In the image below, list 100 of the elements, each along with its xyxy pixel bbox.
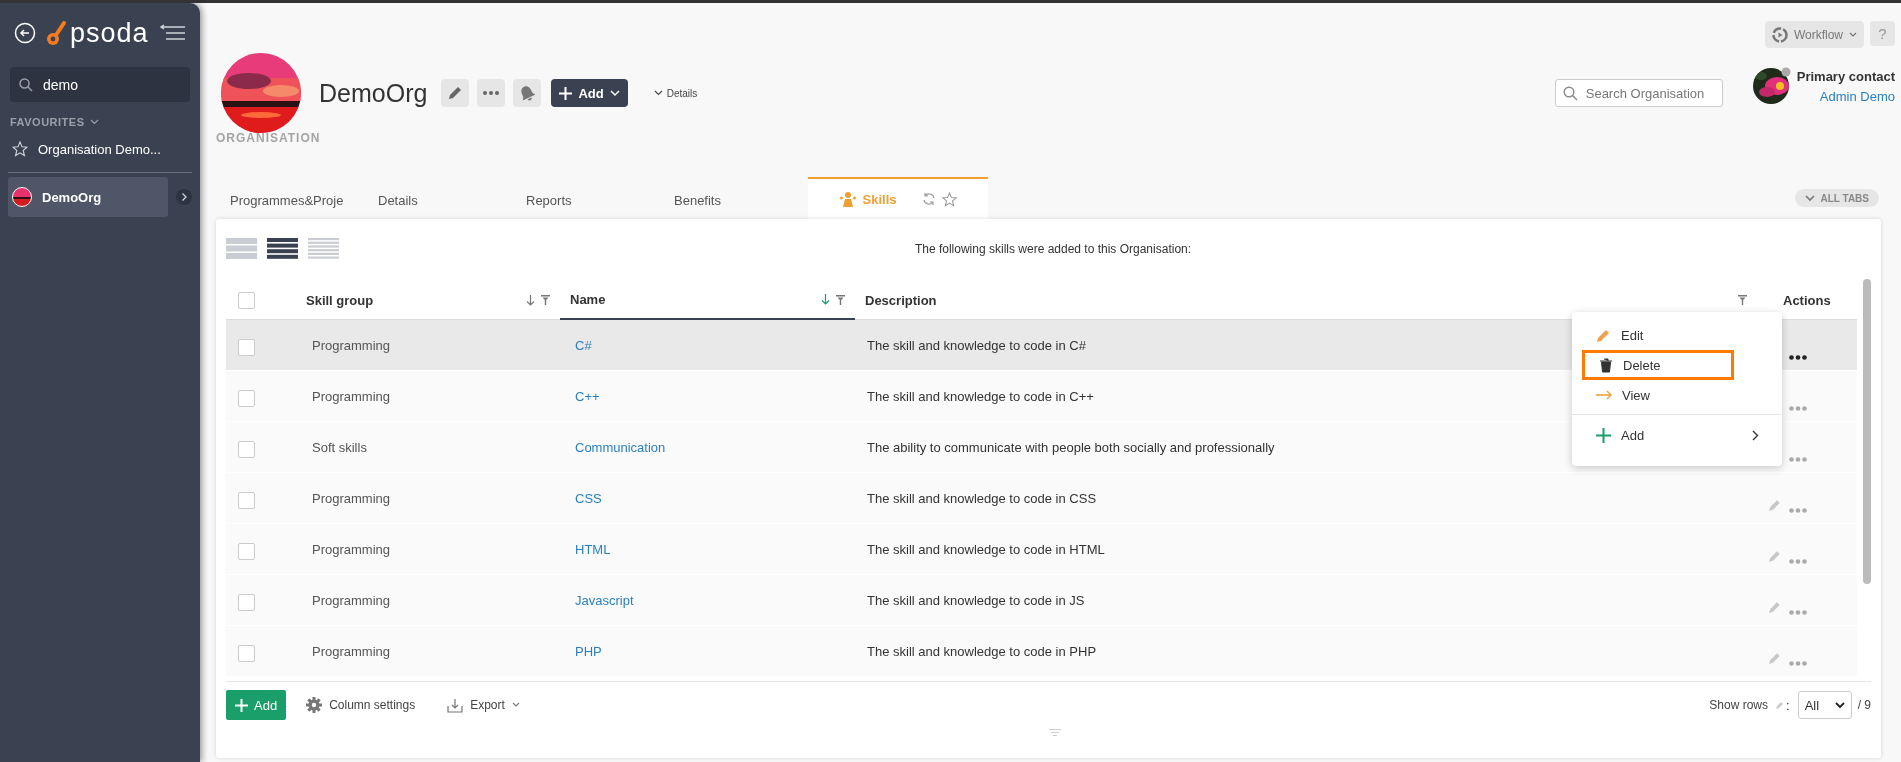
table-cell: Soft skills — [312, 440, 367, 455]
chevron-down-icon — [511, 702, 520, 708]
filter-icon[interactable] — [541, 295, 550, 305]
table-cell: Programming — [312, 491, 391, 506]
workflow-button[interactable]: Workflow — [1764, 21, 1864, 48]
star-icon — [12, 141, 28, 157]
section-heading[interactable]: FAVOURITES — [10, 116, 85, 128]
tab[interactable]: Reports — [512, 181, 660, 219]
select-all-checkbox[interactable] — [238, 291, 255, 309]
separator-text: : — [1786, 697, 1790, 713]
edit-button[interactable] — [441, 79, 470, 107]
row-checkbox[interactable] — [238, 339, 255, 356]
table-cell: The skill and knowledge to code in C# — [867, 338, 1086, 353]
density-icon[interactable] — [267, 238, 298, 260]
details-toggle[interactable]: Details — [647, 86, 704, 100]
arrow-right-icon — [1596, 390, 1612, 400]
scrollbar[interactable] — [1863, 279, 1871, 584]
pencil-icon[interactable] — [1769, 652, 1781, 664]
chevron-down-icon — [1805, 194, 1816, 202]
gear-icon — [306, 697, 323, 713]
chevron-right-icon — [1752, 429, 1759, 441]
column-settings-button[interactable]: Column settings — [300, 696, 422, 714]
skills-icon — [838, 190, 857, 208]
menu-item[interactable]: View — [1582, 380, 1772, 410]
filter-icon[interactable] — [1738, 295, 1747, 305]
sidebar-item[interactable]: DemoOrg — [8, 177, 168, 217]
collapse-menu-icon[interactable] — [160, 24, 186, 42]
column-header[interactable]: Name — [570, 292, 606, 307]
trash-icon — [1599, 357, 1613, 373]
pencil-icon[interactable] — [1769, 550, 1781, 562]
refresh-icon[interactable] — [922, 192, 937, 206]
search-field[interactable]: demo — [10, 67, 190, 102]
plus-icon — [1596, 427, 1611, 443]
logo-text: psoda — [70, 17, 149, 49]
skill-link[interactable]: C# — [575, 338, 592, 353]
status-dot-icon — [1780, 67, 1791, 77]
table-cell: Programming — [312, 389, 391, 404]
tab[interactable]: Benefits — [660, 181, 808, 219]
resize-handle-icon[interactable] — [1048, 729, 1061, 736]
pencil-icon[interactable] — [1769, 601, 1781, 613]
row-count: / 9 — [1857, 698, 1871, 712]
table-row[interactable]: Programming PHP The skill and knowledge to code in PHP — [226, 626, 1857, 677]
filter-icon[interactable] — [836, 294, 845, 305]
skill-link[interactable]: PHP — [575, 644, 602, 659]
table-row[interactable]: Programming HTML The skill and knowledge to code in HTML — [226, 524, 1857, 575]
more-icon[interactable] — [1789, 354, 1807, 360]
contact-label: Primary contact — [1796, 68, 1895, 84]
notification-button[interactable] — [513, 79, 542, 107]
skill-link[interactable]: C++ — [575, 389, 600, 404]
menu-item[interactable]: Delete — [1582, 350, 1734, 380]
show-rows-label: Show rows — [1709, 698, 1769, 712]
skill-link[interactable]: Communication — [575, 440, 666, 455]
plus-icon — [235, 698, 248, 712]
pencil-icon — [1596, 327, 1611, 343]
table-row[interactable]: Programming Javascript The skill and knowledge to code in JS — [226, 575, 1857, 626]
chevron-right-icon[interactable] — [176, 189, 192, 205]
back-icon[interactable] — [14, 22, 36, 44]
chevron-down-icon[interactable] — [90, 119, 100, 125]
add-button[interactable]: Add — [551, 79, 628, 107]
contact-link[interactable]: Admin Demo — [1819, 88, 1895, 104]
row-checkbox[interactable] — [238, 441, 255, 458]
download-icon — [447, 697, 464, 713]
table-cell: Programming — [312, 593, 391, 608]
column-header: Description — [865, 292, 937, 308]
chevron-down-icon — [653, 90, 663, 96]
chevron-down-icon — [1849, 31, 1857, 38]
skill-link[interactable]: Javascript — [575, 593, 634, 608]
workflow-icon — [1771, 26, 1788, 43]
row-checkbox[interactable] — [238, 543, 255, 560]
skill-link[interactable]: HTML — [575, 542, 611, 557]
table-cell: The skill and knowledge to code in PHP — [867, 644, 1097, 659]
menu-item[interactable]: Edit — [1582, 320, 1772, 350]
search-field[interactable]: Search Organisation — [1554, 79, 1723, 107]
row-checkbox[interactable] — [238, 594, 255, 611]
star-icon[interactable] — [942, 191, 958, 207]
column-header: Actions — [1783, 292, 1831, 308]
rows-select[interactable]: All — [1797, 691, 1852, 719]
table-cell: Programming — [312, 542, 391, 557]
favourite-item[interactable]: Organisation Demo... — [8, 132, 192, 166]
row-checkbox[interactable] — [238, 645, 255, 662]
pencil-icon[interactable] — [1776, 701, 1785, 709]
more-icon — [483, 91, 500, 95]
sort-arrow-icon[interactable] — [821, 294, 830, 305]
tab[interactable]: Details — [364, 181, 512, 219]
more-button[interactable] — [477, 79, 506, 107]
chevron-down-icon — [1834, 701, 1845, 709]
row-checkbox[interactable] — [238, 390, 255, 407]
pencil-icon[interactable] — [1769, 499, 1781, 511]
row-checkbox[interactable] — [238, 492, 255, 509]
chevron-down-icon — [609, 89, 620, 97]
menu-item[interactable]: Add — [1582, 420, 1772, 450]
skill-link[interactable]: CSS — [575, 491, 602, 506]
column-header[interactable]: Skill group — [306, 292, 374, 308]
table-cell: The skill and knowledge to code in CSS — [867, 491, 1097, 506]
export-button[interactable]: Export — [441, 696, 526, 714]
tab[interactable]: Programmes&Proje — [216, 181, 364, 219]
table-row[interactable]: Programming CSS The skill and knowledge to code in CSS — [226, 473, 1857, 524]
sort-arrow-icon[interactable] — [526, 294, 535, 306]
logo-icon — [46, 19, 68, 47]
table-cell: The ability to communicate with people both socially and professionally — [867, 440, 1275, 455]
